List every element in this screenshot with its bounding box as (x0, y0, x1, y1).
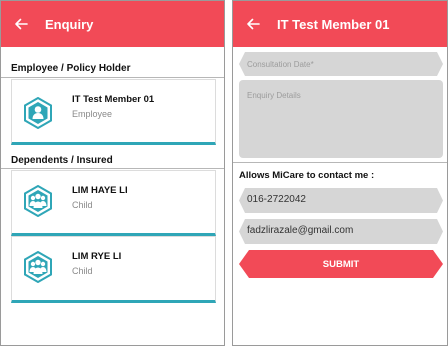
contact-consent-label: Allows MiCare to contact me : (239, 170, 375, 181)
dependent-name: LIM RYE LI (72, 251, 122, 262)
dependents-section-title: Dependents / Insured (11, 155, 113, 166)
phone-field[interactable]: 016-2722042 (239, 188, 443, 213)
dependent-role: Child (72, 200, 93, 210)
dependent-card[interactable]: LIM RYE LI Child (11, 236, 216, 303)
group-hexagon-icon (22, 184, 54, 218)
enquiry-details-placeholder: Enquiry Details (247, 91, 301, 100)
email-field[interactable]: fadzlirazale@gmail.com (239, 219, 443, 244)
back-arrow-icon[interactable] (245, 16, 261, 32)
consultation-date-placeholder: Consultation Date* (247, 60, 314, 69)
form-divider (233, 162, 447, 163)
email-value: fadzlirazale@gmail.com (247, 225, 354, 236)
employee-section-title: Employee / Policy Holder (11, 63, 131, 74)
form-app-bar: IT Test Member 01 (233, 1, 447, 47)
section-divider (1, 77, 224, 78)
person-hexagon-icon (22, 96, 54, 130)
employee-name: IT Test Member 01 (72, 94, 155, 105)
submit-button[interactable]: SUBMIT (239, 250, 443, 278)
enquiry-title: Enquiry (45, 16, 94, 32)
member-title: IT Test Member 01 (277, 16, 390, 32)
employee-card[interactable]: IT Test Member 01 Employee (11, 79, 216, 145)
dependent-role: Child (72, 266, 93, 276)
phone-value: 016-2722042 (247, 194, 306, 205)
section-divider (1, 168, 224, 169)
enquiry-details-field[interactable]: Enquiry Details (239, 80, 443, 158)
enquiry-app-bar: Enquiry (1, 1, 224, 47)
consultation-date-field[interactable]: Consultation Date* (239, 52, 443, 76)
group-hexagon-icon (22, 250, 54, 284)
enquiry-screen: Enquiry Employee / Policy Holder IT Test… (0, 0, 225, 346)
employee-role: Employee (72, 109, 113, 119)
dependent-card[interactable]: LIM HAYE LI Child (11, 170, 216, 236)
enquiry-form-screen: IT Test Member 01 Consultation Date* Enq… (232, 0, 448, 346)
dependent-name: LIM HAYE LI (72, 185, 128, 196)
back-arrow-icon[interactable] (13, 16, 29, 32)
